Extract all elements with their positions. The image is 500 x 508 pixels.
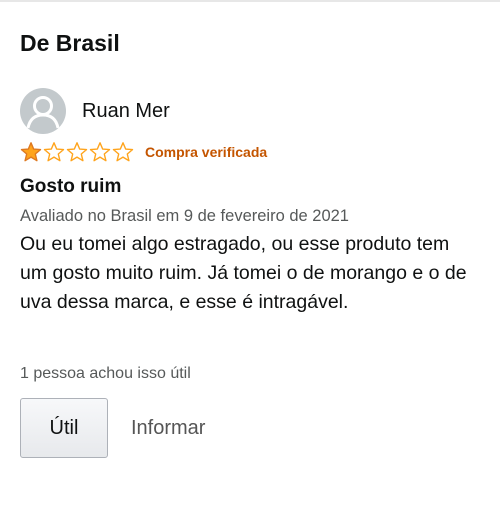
star-empty-icon (43, 142, 65, 162)
review-date: Avaliado no Brasil em 9 de fevereiro de … (20, 207, 349, 225)
review-actions: Útil Informar (20, 398, 205, 458)
verified-purchase-badge: Compra verificada (145, 144, 268, 160)
star-empty-icon (89, 142, 111, 162)
star-empty-icon (112, 142, 134, 162)
helpful-count: 1 pessoa achou isso útil (20, 365, 191, 382)
report-link[interactable]: Informar (131, 416, 205, 440)
helpful-button[interactable]: Útil (20, 398, 108, 458)
star-empty-icon (66, 142, 88, 162)
reviewer-name: Ruan Mer (82, 100, 170, 122)
review-page: De Brasil Ruan Mer Compra verificada Gos… (0, 0, 500, 508)
review-title: Gosto ruim (20, 176, 122, 197)
rating-row: Compra verificada (20, 141, 267, 163)
star-rating[interactable] (20, 141, 135, 163)
reviewer-profile[interactable]: Ruan Mer (20, 88, 170, 134)
section-title: De Brasil (20, 30, 120, 56)
star-filled-icon (20, 142, 42, 162)
user-avatar-icon (20, 88, 66, 134)
review-body: Ou eu tomei algo estragado, ou esse prod… (20, 233, 467, 313)
top-divider (0, 0, 500, 2)
